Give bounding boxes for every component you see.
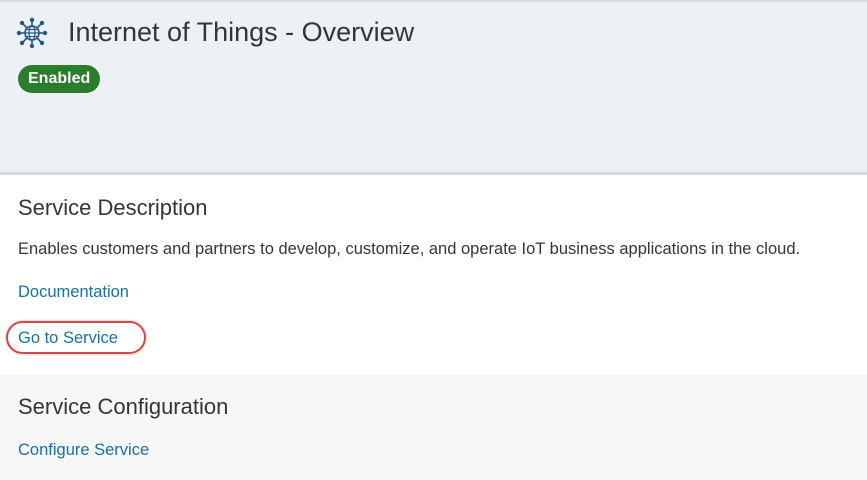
service-overview-page: Internet of Things - Overview Enabled Se… xyxy=(0,0,867,480)
iot-network-icon xyxy=(16,17,48,49)
go-to-service-link[interactable]: Go to Service xyxy=(18,329,118,348)
page-title: Internet of Things - Overview xyxy=(68,17,415,47)
service-configuration-heading: Service Configuration xyxy=(18,394,229,419)
service-description-heading: Service Description xyxy=(18,195,208,220)
status-badge: Enabled xyxy=(18,65,101,93)
configure-service-link[interactable]: Configure Service xyxy=(18,441,149,460)
documentation-link[interactable]: Documentation xyxy=(18,283,129,302)
service-description-text: Enables customers and partners to develo… xyxy=(18,240,801,258)
service-configuration-section xyxy=(0,375,867,480)
